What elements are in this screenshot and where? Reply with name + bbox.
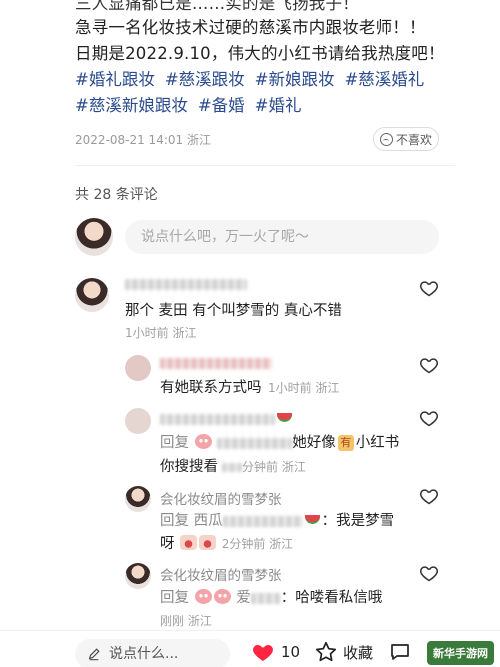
comment-text-line-2: 你搜搜看 (160, 459, 218, 475)
hashtag[interactable]: #备婚 (198, 96, 245, 115)
watermelon-emoji (277, 413, 292, 422)
commenter-name[interactable]: 会化妆纹眉的雪梦张 (160, 564, 282, 584)
collect-label: 收藏 (343, 643, 374, 662)
heart-filled-icon (253, 645, 273, 661)
gift-emoji (180, 535, 198, 550)
commenter-name[interactable] (160, 411, 294, 427)
commenter-name[interactable] (125, 276, 247, 292)
comment-text: 有她联系方式吗 (160, 380, 262, 396)
comment-text: 回复 她好像有小红书 (160, 434, 400, 451)
badge-icon: 有 (337, 435, 354, 451)
comment-time: 1小时前 浙江 (268, 381, 340, 395)
hashtag[interactable]: #新娘跟妆 (255, 70, 335, 89)
bottom-action-bar: 说点什么... 10 收藏 新华手游网 (0, 630, 500, 667)
collect-button[interactable]: 收藏 (314, 640, 373, 664)
hashtag[interactable]: #婚礼 (255, 96, 302, 115)
hashtag-row-2: #慈溪新娘跟妆 #备婚 #婚礼 (75, 92, 455, 116)
commenter-name[interactable] (160, 355, 272, 371)
star-icon (315, 641, 337, 662)
hashtag[interactable]: #婚礼跟妆 (75, 70, 155, 89)
hashtag[interactable]: #慈溪跟妆 (165, 70, 245, 89)
comment-time: 1小时前 浙江 (125, 326, 197, 340)
hashtag[interactable]: #慈溪婚礼 (344, 70, 424, 89)
comment-button[interactable] (388, 640, 412, 664)
dislike-label: 不喜欢 (395, 132, 432, 147)
avatar[interactable] (125, 486, 151, 512)
comment-time: 分钟前 浙江 (222, 458, 306, 475)
comment-time: 2分钟前 浙江 (221, 537, 294, 551)
comment-count: 共 28 条评论 (75, 187, 158, 203)
smiley-icon (379, 132, 393, 146)
comment-bubble-icon (391, 644, 409, 660)
like-icon[interactable] (419, 355, 439, 375)
hashtag[interactable]: #慈溪新娘跟妆 (75, 96, 188, 115)
comment-text-line-2: 呀 2分钟前 浙江 (160, 535, 294, 552)
like-icon[interactable] (419, 486, 439, 506)
post-location: 浙江 (186, 133, 211, 147)
like-icon[interactable] (419, 278, 439, 298)
comment-time: 刚刚 浙江 (160, 614, 212, 628)
post-text-line-2: 日期是2022.9.10，伟大的小红书请给我热度吧！ (75, 44, 445, 63)
divider (75, 165, 455, 166)
comment-text: 回复 爱：哈喽看私信哦 (160, 589, 383, 606)
gift-emoji (199, 535, 217, 550)
site-watermark: 新华手游网 (427, 641, 494, 665)
bottom-input-placeholder: 说点什么... (109, 646, 179, 662)
bottom-comment-input[interactable]: 说点什么... (75, 639, 230, 667)
avatar[interactable] (125, 355, 151, 381)
post-text-line-1: 急寻一名化妆技术过硬的慈溪市内跟妆老师！！ (75, 18, 426, 37)
pig-emoji (213, 589, 231, 604)
avatar[interactable] (75, 278, 109, 312)
post-text-cut-line: 三人显痛都已是……实的是飞扬我子！ (75, 0, 359, 13)
avatar[interactable] (125, 408, 151, 434)
post-date: 2022-08-21 14:01 (75, 133, 184, 147)
like-icon[interactable] (419, 563, 439, 583)
dislike-button[interactable]: 不喜欢 (373, 127, 439, 151)
comment-input[interactable]: 说点什么吧，万一火了呢～ (125, 220, 439, 254)
watermelon-emoji (304, 515, 320, 524)
like-button[interactable]: 10 (250, 640, 300, 664)
like-icon[interactable] (419, 408, 439, 428)
like-count: 10 (281, 643, 301, 661)
pig-emoji (194, 589, 212, 604)
pig-emoji (194, 434, 212, 449)
commenter-name[interactable]: 会化妆纹眉的雪梦张 (160, 488, 282, 508)
hashtag-row-1: #婚礼跟妆 #慈溪跟妆 #新娘跟妆 #慈溪婚礼 (75, 66, 455, 90)
comment-text: 回复 西瓜 ：我是梦雪 (160, 513, 395, 529)
avatar[interactable] (125, 563, 151, 589)
post-meta: 2022-08-21 14:01 浙江 (75, 131, 211, 148)
avatar[interactable] (75, 218, 113, 256)
comment-text: 那个 麦田 有个叫梦雪的 真心不错 (125, 303, 342, 319)
pencil-icon (88, 648, 100, 661)
